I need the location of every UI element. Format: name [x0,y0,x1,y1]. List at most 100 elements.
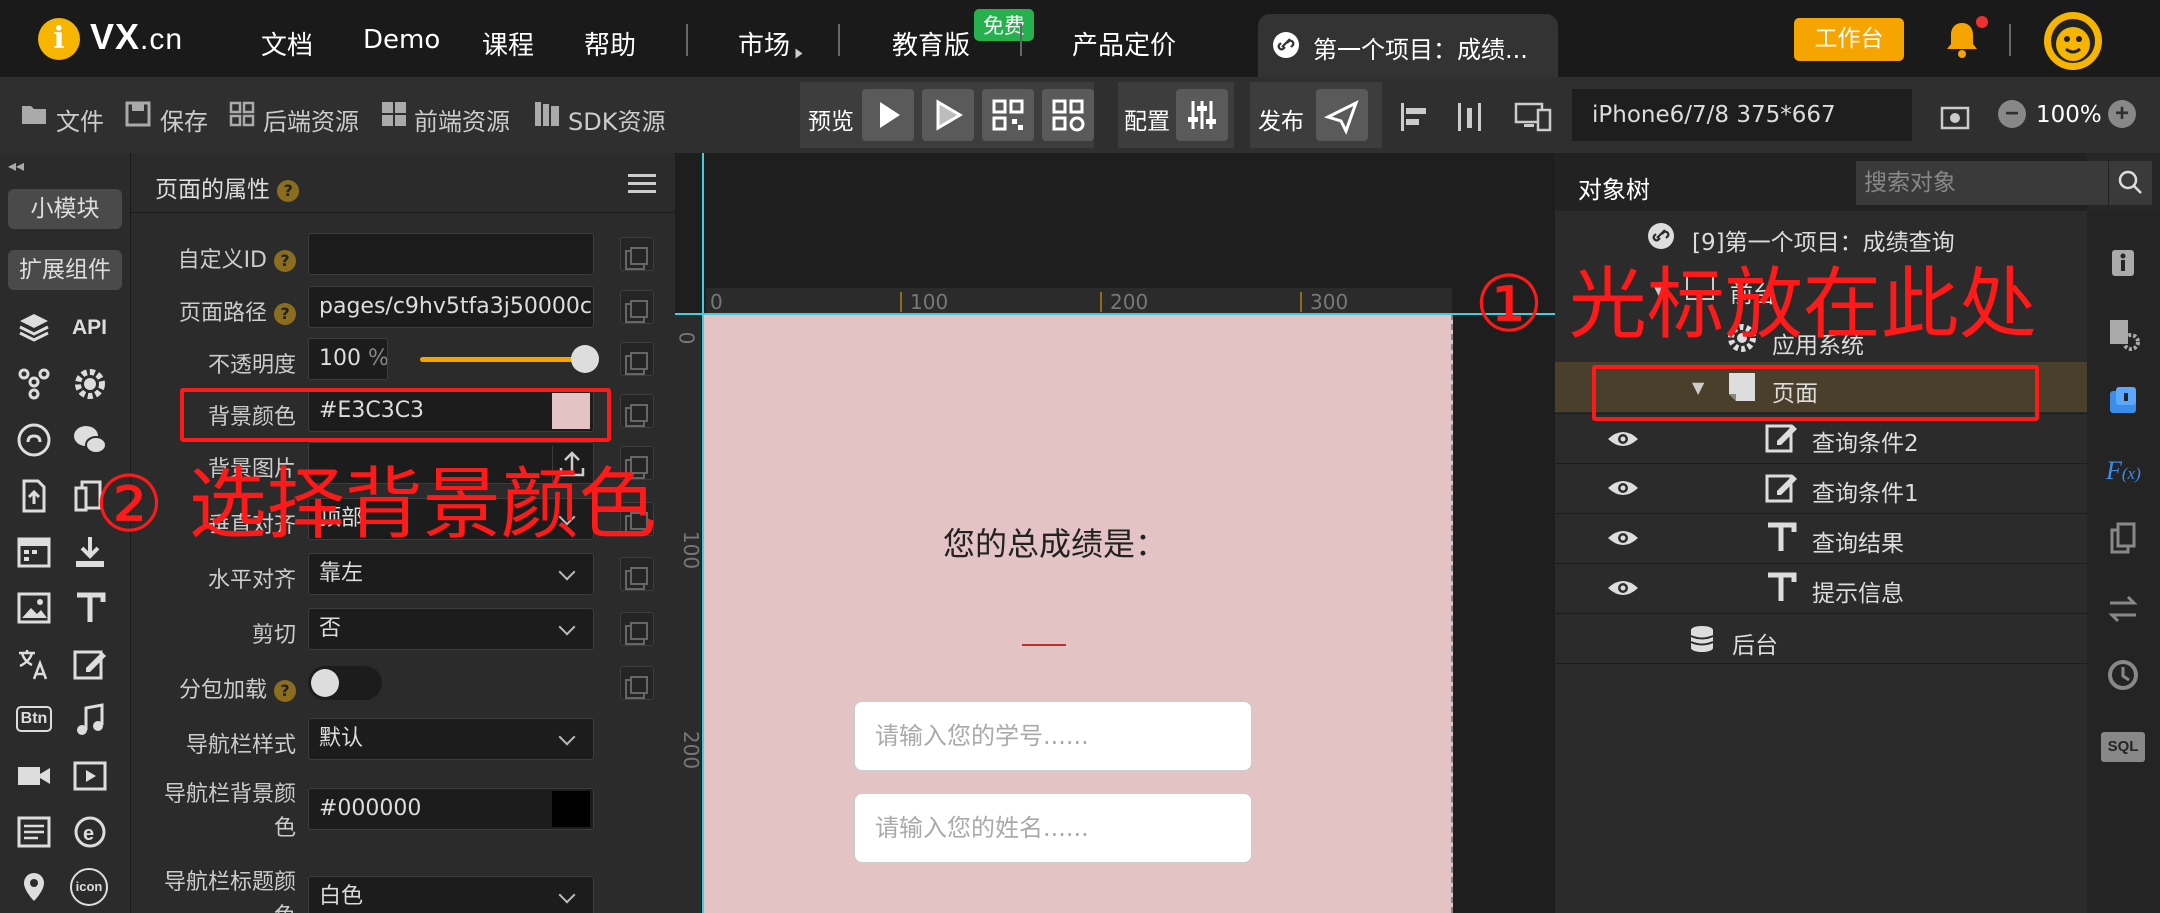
frontend-resources[interactable]: 前端资源 [414,102,510,137]
nav-pricing[interactable]: 产品定价 [1072,25,1176,62]
result-label[interactable]: 您的总成绩是： [943,519,1167,565]
function-icon[interactable]: F(x) [2106,456,2141,486]
eye-icon[interactable] [1606,477,1640,499]
tree-child-query2[interactable]: 查询条件2 [1812,424,1919,458]
sliders-button[interactable] [1176,89,1228,141]
nav-help[interactable]: 帮助 [584,25,636,62]
location-icon[interactable] [16,870,52,906]
backend-resources[interactable]: 后端资源 [263,102,359,137]
student-id-input[interactable]: 请输入您的学号...... [854,701,1252,771]
page-settings-icon[interactable] [2104,316,2142,354]
nodes-icon[interactable] [16,366,52,402]
tree-child-result[interactable]: 查询结果 [1812,524,1904,558]
info-icon[interactable] [2104,246,2142,284]
help-icon[interactable]: ? [274,250,296,272]
sdk-resources[interactable]: SDK资源 [568,102,665,137]
eye-icon[interactable] [1606,428,1640,450]
bell-icon[interactable] [1944,20,1980,60]
nav-market[interactable]: 市场 [738,25,790,62]
miniapp-qr-button[interactable] [1042,89,1094,141]
copy-icon[interactable] [620,394,654,428]
tab-object-tree[interactable]: 对象树 [1578,170,1650,205]
custom-id-input[interactable] [308,233,594,275]
swap-icon[interactable] [2104,590,2142,628]
miniprogram-icon[interactable] [16,422,52,458]
align-left-icon[interactable] [1398,100,1432,134]
collapse-icon[interactable]: ◂◂ [8,156,24,175]
history-icon[interactable] [2104,656,2142,694]
student-name-input[interactable]: 请输入您的姓名...... [854,793,1252,863]
sql-icon[interactable]: SQL [2101,732,2145,762]
h-align-select[interactable]: 靠左 [308,553,594,595]
play-alt-button[interactable] [922,89,974,141]
ext-components-button[interactable]: 扩展组件 [8,250,122,290]
nav-docs[interactable]: 文档 [261,25,313,62]
search-icon[interactable] [2108,161,2152,205]
tree-search-input[interactable]: 搜索对象 [1856,161,2109,205]
calendar-icon[interactable] [16,534,52,570]
tree-backend[interactable]: 后台 [1732,626,1778,660]
copy-icon[interactable] [620,290,654,324]
distribute-icon[interactable] [1452,100,1486,134]
device-select[interactable]: iPhone6/7/8 375*667 [1572,89,1912,141]
nav-demo[interactable]: Demo [363,25,440,55]
help-icon[interactable]: ? [274,680,296,702]
translate-icon[interactable] [16,646,52,682]
eye-icon[interactable] [1606,577,1640,599]
device-monitor-icon[interactable] [1514,100,1554,136]
properties-icon[interactable] [2104,383,2142,421]
opacity-input[interactable]: 100 % [308,338,388,380]
article-icon[interactable] [16,814,52,850]
layers-icon[interactable] [16,310,52,346]
browser-icon[interactable]: e [72,814,108,850]
vx-logo-icon[interactable]: i [38,18,80,60]
tree-root[interactable]: [9]第一个项目：成绩查询 [1692,223,1955,257]
page-path-input[interactable]: pages/c9hv5tfa3j50000c [308,286,594,328]
opacity-slider-track[interactable] [420,357,585,362]
button-icon[interactable]: Btn [16,706,52,732]
copy-object-icon[interactable] [2104,520,2142,558]
text-icon[interactable] [72,590,108,626]
opacity-slider-handle[interactable] [571,345,599,373]
media-player-icon[interactable] [72,758,108,794]
qrcode-button[interactable] [982,89,1034,141]
menu-icon[interactable] [628,174,656,177]
copy-icon[interactable] [620,237,654,271]
save-button[interactable]: 保存 [160,102,208,137]
clip-select[interactable]: 否 [308,608,594,650]
avatar[interactable] [2044,12,2102,70]
help-icon[interactable]: ? [274,303,296,325]
upload-file-icon[interactable] [16,478,52,514]
help-icon[interactable]: ? [277,179,300,202]
edit-icon[interactable] [72,646,108,682]
music-icon[interactable] [72,702,108,738]
video-icon[interactable] [16,758,52,794]
icon-component-icon[interactable]: icon [70,868,108,906]
nav-title-select[interactable]: 白色 [308,876,594,913]
eye-icon[interactable] [1606,527,1640,549]
zoom-in-button[interactable]: + [2108,100,2136,128]
nav-bg-swatch[interactable] [552,791,590,827]
copy-icon[interactable] [620,612,654,646]
zoom-out-button[interactable]: − [1998,100,2026,128]
nav-education[interactable]: 教育版 [892,25,970,62]
tree-child-query1[interactable]: 查询条件1 [1812,474,1919,508]
send-button[interactable] [1316,89,1368,141]
play-button[interactable] [862,89,914,141]
tree-child-hint[interactable]: 提示信息 [1812,574,1904,608]
gear-icon[interactable] [72,366,108,402]
api-icon[interactable]: API [72,316,107,340]
file-menu[interactable]: 文件 [56,102,104,137]
vx-logo-text[interactable]: VX.cn [90,16,183,58]
nav-style-select[interactable]: 默认 [308,718,594,760]
small-module-button[interactable]: 小模块 [8,189,122,229]
subpackage-toggle[interactable] [308,666,382,700]
wechat-icon[interactable] [72,422,108,458]
project-tab-title[interactable]: 第一个项目：成绩... [1313,30,1528,65]
nav-courses[interactable]: 课程 [482,25,534,62]
image-icon[interactable] [16,590,52,626]
workbench-button[interactable]: 工作台 [1794,18,1904,61]
copy-icon[interactable] [620,342,654,376]
copy-icon[interactable] [620,666,654,700]
copy-icon[interactable] [620,557,654,591]
